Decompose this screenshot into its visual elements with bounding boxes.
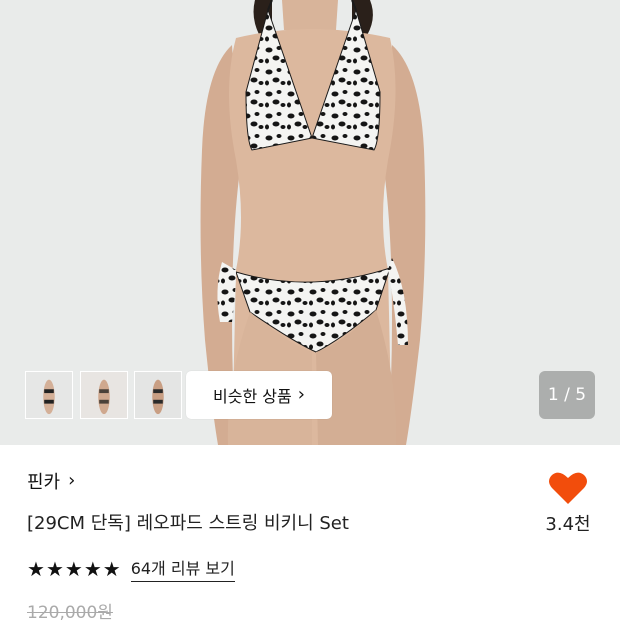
thumbnail-1-image: [26, 372, 72, 418]
star-icon: ★: [83, 556, 102, 581]
product-image[interactable]: 비슷한 상품 › 1 / 5: [0, 0, 620, 445]
star-icon: ★: [45, 556, 64, 581]
star-icon: ★: [64, 556, 83, 581]
like-button[interactable]: 3.4천: [540, 470, 596, 536]
thumbnail-3-image: [135, 372, 181, 418]
rating-stars: ★ ★ ★ ★ ★: [27, 559, 121, 579]
like-count: 3.4천: [545, 514, 591, 535]
rating-row: ★ ★ ★ ★ ★ 64개 리뷰 보기: [27, 555, 235, 582]
thumbnail-2-image: [81, 372, 127, 418]
similar-products-label: 비슷한 상품: [213, 387, 292, 406]
thumbnail-2[interactable]: [80, 371, 128, 419]
thumbnail-1[interactable]: [25, 371, 73, 419]
original-price: 120,000원: [27, 603, 113, 620]
image-pager: 1 / 5: [539, 371, 595, 419]
thumbnail-3[interactable]: [134, 371, 182, 419]
brand-name: 핀카: [27, 472, 61, 493]
star-icon: ★: [102, 556, 121, 581]
reviews-link[interactable]: 64개 리뷰 보기: [130, 555, 235, 582]
star-icon: ★: [27, 556, 45, 581]
brand-link[interactable]: 핀카 ›: [27, 468, 75, 494]
product-title: [29CM 단독] 레오파드 스트링 비키니 Set: [27, 513, 349, 534]
similar-products-button[interactable]: 비슷한 상품 ›: [186, 371, 332, 419]
chevron-right-icon: ›: [68, 470, 76, 491]
pager-text: 1 / 5: [547, 385, 587, 405]
chevron-right-icon: ›: [297, 384, 305, 405]
heart-icon: [549, 472, 587, 504]
